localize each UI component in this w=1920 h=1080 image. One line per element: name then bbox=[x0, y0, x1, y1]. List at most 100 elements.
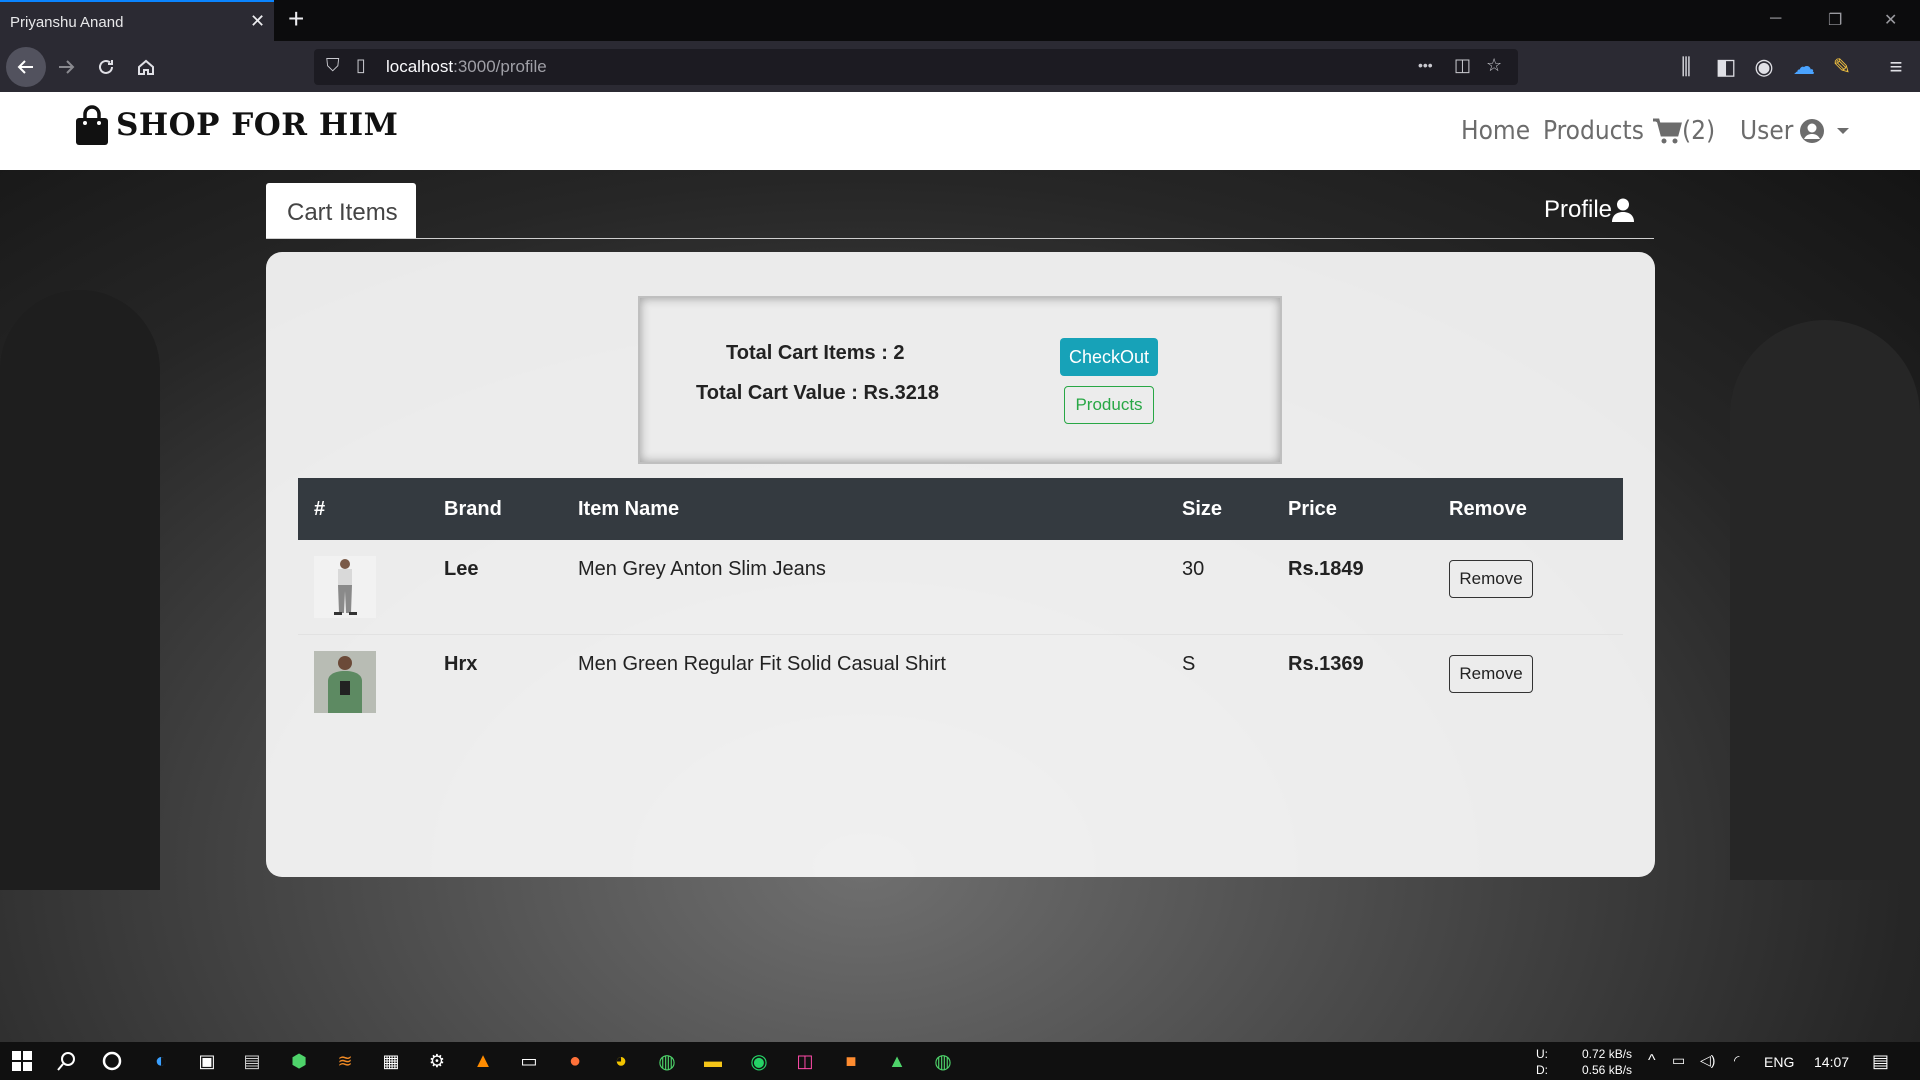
menu-icon[interactable]: ≡ bbox=[1880, 51, 1912, 83]
library-icon[interactable]: ⫼ bbox=[1670, 51, 1702, 83]
address-bar[interactable]: ⛉ ▯ localhost:3000/profile ••• ◫ ☆ bbox=[314, 49, 1518, 85]
bookmark-star-icon[interactable]: ☆ bbox=[1486, 55, 1502, 76]
tab-divider bbox=[266, 238, 1654, 239]
site-header: SHOP FOR HIM Home Products (2) User bbox=[0, 92, 1920, 170]
header-brand: Brand bbox=[444, 497, 502, 520]
reload-button[interactable] bbox=[90, 51, 122, 83]
terminal-icon[interactable]: ▭ bbox=[518, 1050, 540, 1072]
chrome-icon[interactable]: ◕ bbox=[610, 1050, 632, 1072]
sublime-icon[interactable]: ≋ bbox=[334, 1050, 356, 1072]
extension-icon[interactable]: ☁ bbox=[1788, 51, 1820, 83]
tab-cart-items[interactable]: Cart Items bbox=[266, 183, 416, 239]
more-actions-icon[interactable]: ••• bbox=[1418, 57, 1433, 73]
background-figure bbox=[0, 290, 160, 890]
cart-count: (2) bbox=[1682, 116, 1716, 146]
cart-icon bbox=[1653, 118, 1682, 144]
forward-button[interactable] bbox=[50, 51, 82, 83]
table-row: Hrx Men Green Regular Fit Solid Casual S… bbox=[298, 633, 1623, 728]
drive-icon[interactable]: ▲ bbox=[886, 1050, 908, 1072]
battery-icon[interactable]: ▭ bbox=[1672, 1052, 1685, 1069]
row-thumbnail-cell bbox=[298, 633, 428, 728]
wifi-icon[interactable]: ◜ bbox=[1734, 1052, 1739, 1069]
folder-icon[interactable]: ▬ bbox=[702, 1050, 724, 1072]
row-item-name: Men Green Regular Fit Solid Casual Shirt bbox=[562, 633, 1166, 728]
caret-down-icon bbox=[1837, 128, 1850, 134]
vlc-icon[interactable]: ▲ bbox=[472, 1050, 494, 1072]
browser-tab-bar: Priyanshu Anand ✕ + ─ ❐ ✕ bbox=[0, 0, 1920, 41]
nav-cart-link[interactable]: (2) bbox=[1652, 116, 1715, 146]
notifications-icon[interactable]: ▤ bbox=[1872, 1051, 1889, 1072]
browser-toolbar: ⛉ ▯ localhost:3000/profile ••• ◫ ☆ ⫼ ◧ ◉… bbox=[0, 41, 1920, 92]
jeans-product-image[interactable] bbox=[314, 556, 376, 618]
back-button[interactable] bbox=[6, 47, 46, 87]
browser-tab[interactable]: Priyanshu Anand ✕ bbox=[0, 0, 274, 41]
header-remove: Remove bbox=[1449, 497, 1527, 520]
home-icon bbox=[138, 59, 154, 75]
row-price: Rs.1849 bbox=[1288, 558, 1364, 580]
pen-extension-icon[interactable]: ✎ bbox=[1826, 51, 1858, 83]
store-icon[interactable]: ▣ bbox=[196, 1050, 218, 1072]
row-size: S bbox=[1166, 633, 1272, 728]
download-speed: 0.56 kB/s bbox=[1582, 1063, 1633, 1077]
minimize-icon[interactable]: ─ bbox=[1770, 10, 1781, 28]
search-icon[interactable] bbox=[56, 1050, 78, 1072]
pocket-icon[interactable]: ◫ bbox=[1454, 55, 1471, 76]
row-remove-cell: Remove bbox=[1433, 540, 1623, 634]
nav-home-link[interactable]: Home bbox=[1461, 116, 1530, 146]
remove-button[interactable]: Remove bbox=[1449, 560, 1533, 598]
brand-logo[interactable]: SHOP FOR HIM bbox=[74, 104, 398, 146]
volume-icon[interactable]: ◁) bbox=[1700, 1052, 1715, 1069]
app-circle-icon[interactable]: ◍ bbox=[656, 1050, 678, 1073]
shield-icon[interactable]: ⛉ bbox=[326, 55, 340, 76]
nav-user-dropdown[interactable]: User bbox=[1740, 116, 1851, 146]
row-remove-cell: Remove bbox=[1433, 633, 1623, 728]
brand-name: SHOP FOR HIM bbox=[116, 107, 399, 143]
tab-profile-label: Profile bbox=[1544, 196, 1613, 223]
url-path: :3000/profile bbox=[453, 57, 547, 76]
header-price: Price bbox=[1288, 497, 1337, 520]
reload-icon bbox=[99, 59, 113, 74]
settings-icon[interactable]: ⚙ bbox=[426, 1050, 448, 1072]
windows-start-icon[interactable] bbox=[11, 1050, 33, 1072]
files-icon[interactable]: ▦ bbox=[380, 1050, 402, 1072]
total-cart-items: Total Cart Items : 2 bbox=[726, 342, 905, 364]
nav-products-link[interactable]: Products bbox=[1543, 116, 1644, 146]
header-item-name: Item Name bbox=[578, 497, 680, 520]
cortana-icon[interactable] bbox=[101, 1050, 123, 1072]
postman-icon[interactable]: ■ bbox=[840, 1050, 862, 1072]
checkout-button[interactable]: CheckOut bbox=[1060, 338, 1158, 376]
table-header-row: # Brand Item Name Size Price Remove bbox=[298, 478, 1623, 540]
products-button[interactable]: Products bbox=[1064, 386, 1154, 424]
whatsapp-icon[interactable]: ◉ bbox=[748, 1050, 770, 1073]
edge-icon[interactable]: ◐ bbox=[150, 1050, 172, 1072]
table-row: Lee Men Grey Anton Slim Jeans 30 Rs.1849… bbox=[298, 540, 1623, 634]
photos-icon[interactable]: ▤ bbox=[241, 1050, 263, 1072]
restore-icon[interactable]: ❐ bbox=[1828, 10, 1842, 30]
tab-profile[interactable]: Profile bbox=[1544, 196, 1635, 224]
clock[interactable]: 14:07 bbox=[1814, 1054, 1849, 1070]
upload-speed: 0.72 kB/s bbox=[1582, 1047, 1633, 1061]
chevron-up-icon[interactable]: ^ bbox=[1648, 1052, 1656, 1070]
ide-icon[interactable]: ◫ bbox=[794, 1050, 816, 1072]
new-tab-button[interactable]: + bbox=[288, 4, 304, 34]
remove-button[interactable]: Remove bbox=[1449, 654, 1533, 693]
shopping-bag-icon bbox=[76, 105, 108, 145]
account-icon[interactable]: ◉ bbox=[1748, 51, 1780, 83]
close-tab-icon[interactable]: ✕ bbox=[250, 11, 265, 32]
cart-card: Total Cart Items : 2 Total Cart Value : … bbox=[266, 252, 1655, 877]
cart-summary: Total Cart Items : 2 Total Cart Value : … bbox=[638, 296, 1282, 464]
shirt-product-image[interactable] bbox=[314, 650, 376, 713]
row-brand: Hrx bbox=[428, 633, 562, 728]
home-button[interactable] bbox=[130, 51, 162, 83]
sidebar-icon[interactable]: ◧ bbox=[1710, 51, 1742, 83]
row-thumbnail-cell bbox=[298, 540, 428, 634]
language-indicator[interactable]: ENG bbox=[1764, 1054, 1794, 1070]
app-circle-2-icon[interactable]: ◍ bbox=[932, 1050, 954, 1073]
total-cart-value: Total Cart Value : Rs.3218 bbox=[696, 382, 940, 404]
close-window-icon[interactable]: ✕ bbox=[1884, 10, 1897, 30]
app-green-icon[interactable]: ⬢ bbox=[288, 1050, 310, 1072]
row-item-name: Men Grey Anton Slim Jeans bbox=[578, 558, 826, 580]
firefox-icon[interactable]: ● bbox=[564, 1050, 586, 1072]
row-brand: Lee bbox=[444, 558, 479, 580]
url-text[interactable]: localhost:3000/profile bbox=[386, 57, 547, 77]
